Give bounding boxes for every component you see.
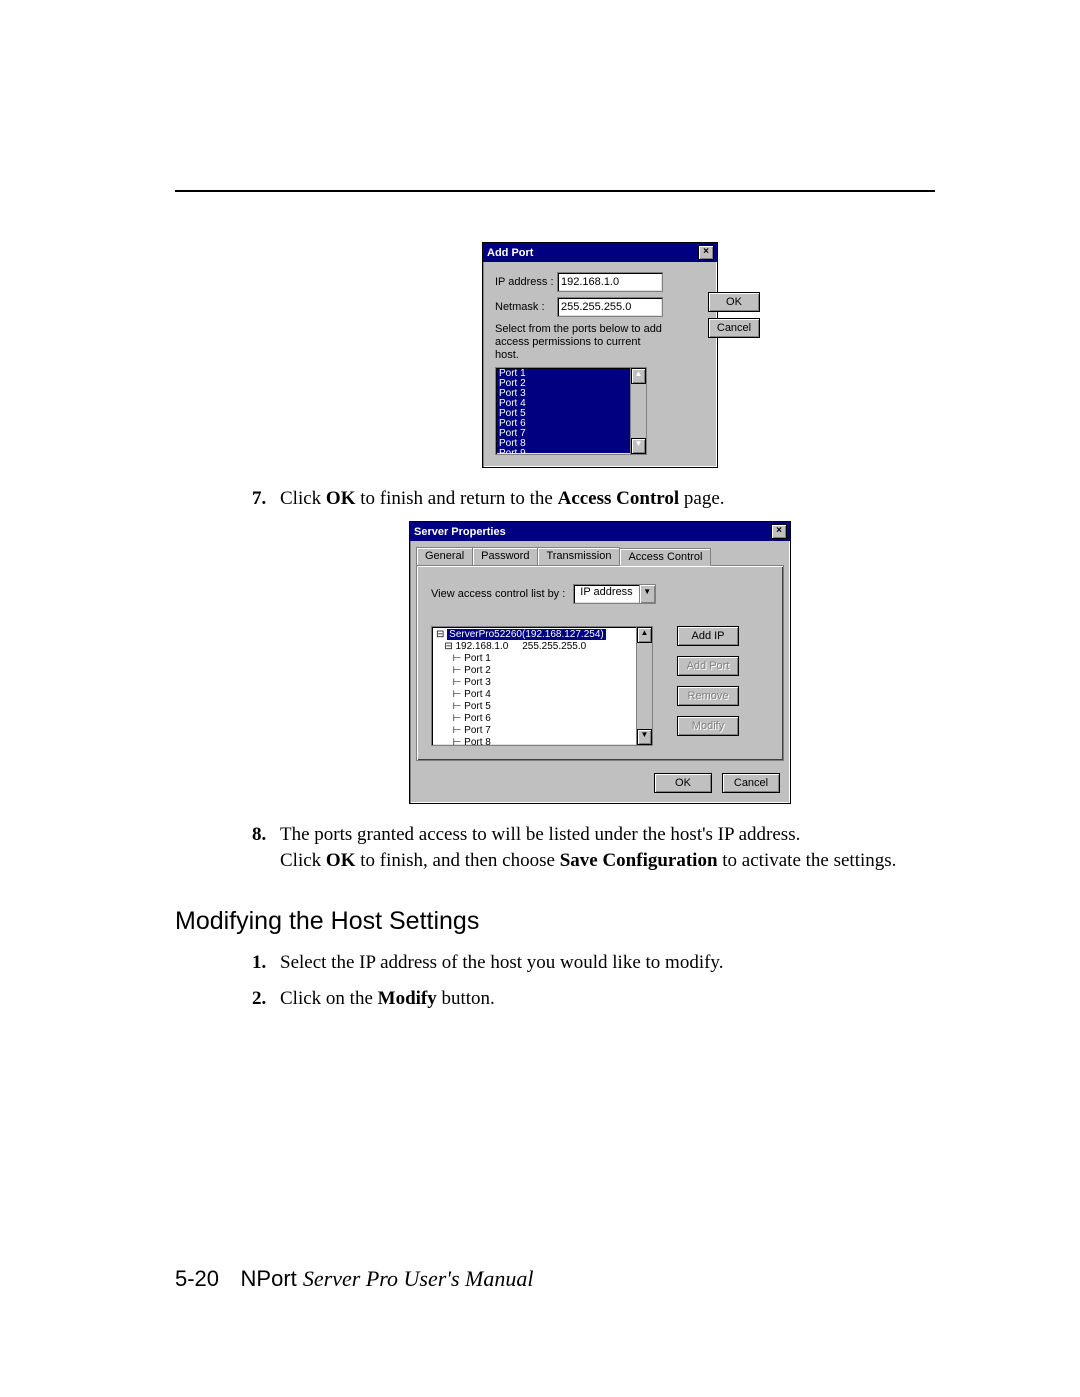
page-footer: 5-20 NPort Server Pro User's Manual bbox=[175, 1266, 534, 1292]
close-icon[interactable]: × bbox=[698, 245, 714, 260]
list-item[interactable]: Port 9 bbox=[499, 449, 646, 455]
step-text: The ports granted access to will be list… bbox=[280, 822, 896, 873]
scroll-down-icon[interactable]: ▼ bbox=[637, 729, 652, 745]
step-number: 7. bbox=[252, 486, 280, 512]
server-properties-titlebar[interactable]: Server Properties × bbox=[410, 522, 790, 541]
add-port-dialog: Add Port × IP address : Netmask : Select… bbox=[482, 242, 718, 468]
tab-password[interactable]: Password bbox=[472, 547, 538, 565]
access-control-tree[interactable]: ⊟ ServerPro52260(192.168.127.254) ⊟ 192.… bbox=[431, 626, 653, 746]
page-number: 5-20 bbox=[175, 1266, 219, 1291]
add-ip-button[interactable]: Add IP bbox=[677, 626, 739, 646]
figure-server-properties: Server Properties × General Password Tra… bbox=[265, 521, 935, 804]
combo-value: IP address bbox=[574, 585, 638, 603]
chevron-down-icon[interactable]: ▼ bbox=[639, 585, 655, 603]
step-number: 2. bbox=[252, 986, 280, 1012]
step-7: 7. Click OK to finish and return to the … bbox=[252, 486, 935, 512]
step-8: 8. The ports granted access to will be l… bbox=[252, 822, 935, 873]
view-label: View access control list by : bbox=[431, 588, 565, 600]
tree-root[interactable]: ServerPro52260(192.168.127.254) bbox=[447, 629, 606, 640]
manual-title: Server Pro User's Manual bbox=[303, 1266, 534, 1291]
tree-item[interactable]: Port 4 bbox=[464, 689, 491, 700]
scroll-up-icon[interactable]: ▲ bbox=[631, 368, 646, 384]
mstep-1: 1. Select the IP address of the host you… bbox=[252, 950, 935, 976]
port-listbox[interactable]: Port 1 Port 2 Port 3 Port 4 Port 5 Port … bbox=[495, 367, 647, 455]
manual-page: Add Port × IP address : Netmask : Select… bbox=[0, 0, 1080, 1397]
server-properties-dialog: Server Properties × General Password Tra… bbox=[409, 521, 791, 804]
step-text: Select the IP address of the host you wo… bbox=[280, 950, 723, 976]
step-number: 8. bbox=[252, 822, 280, 873]
add-port-title: Add Port bbox=[487, 247, 533, 259]
tree-item[interactable]: Port 2 bbox=[464, 665, 491, 676]
tab-panel: View access control list by : IP address… bbox=[416, 565, 784, 761]
ok-button[interactable]: OK bbox=[708, 292, 760, 312]
header-rule bbox=[175, 190, 935, 192]
add-port-titlebar[interactable]: Add Port × bbox=[483, 243, 717, 262]
tree-item[interactable]: Port 6 bbox=[464, 713, 491, 724]
tree-item[interactable]: Port 3 bbox=[464, 677, 491, 688]
remove-button[interactable]: Remove bbox=[677, 686, 739, 706]
close-icon[interactable]: × bbox=[771, 524, 787, 539]
netmask-input[interactable] bbox=[557, 297, 663, 317]
section-heading: Modifying the Host Settings bbox=[175, 907, 935, 936]
cancel-button[interactable]: Cancel bbox=[722, 773, 780, 793]
tree-item[interactable]: Port 7 bbox=[464, 725, 491, 736]
scroll-up-icon[interactable]: ▲ bbox=[637, 627, 652, 643]
scroll-down-icon[interactable]: ▼ bbox=[631, 438, 646, 454]
add-port-helptext: Select from the ports below to add acces… bbox=[495, 323, 663, 363]
figure-add-port: Add Port × IP address : Netmask : Select… bbox=[265, 242, 935, 468]
tab-strip: General Password Transmission Access Con… bbox=[416, 547, 790, 565]
modify-button[interactable]: Modify bbox=[677, 716, 739, 736]
ip-address-input[interactable] bbox=[557, 272, 663, 292]
mstep-2: 2. Click on the Modify button. bbox=[252, 986, 935, 1012]
scrollbar[interactable]: ▲ ▼ bbox=[630, 368, 646, 454]
cancel-button[interactable]: Cancel bbox=[708, 318, 760, 338]
tab-access-control[interactable]: Access Control bbox=[619, 548, 711, 566]
step-text: Click on the Modify button. bbox=[280, 986, 495, 1012]
tree-ip-line[interactable]: 192.168.1.0 255.255.255.0 bbox=[456, 641, 587, 652]
tree-item[interactable]: Port 8 bbox=[464, 737, 491, 746]
scrollbar[interactable]: ▲ ▼ bbox=[636, 627, 652, 745]
view-by-combo[interactable]: IP address ▼ bbox=[573, 584, 655, 604]
ok-button[interactable]: OK bbox=[654, 773, 712, 793]
ip-address-label: IP address : bbox=[495, 276, 557, 288]
tab-general[interactable]: General bbox=[416, 547, 473, 565]
server-properties-title: Server Properties bbox=[414, 526, 506, 538]
tree-item[interactable]: Port 1 bbox=[464, 653, 491, 664]
netmask-label: Netmask : bbox=[495, 301, 557, 313]
tab-transmission[interactable]: Transmission bbox=[537, 547, 620, 565]
product-name: NPort bbox=[241, 1266, 303, 1291]
step-text: Click OK to finish and return to the Acc… bbox=[280, 486, 725, 512]
tree-item[interactable]: Port 5 bbox=[464, 701, 491, 712]
add-port-button[interactable]: Add Port bbox=[677, 656, 739, 676]
step-number: 1. bbox=[252, 950, 280, 976]
